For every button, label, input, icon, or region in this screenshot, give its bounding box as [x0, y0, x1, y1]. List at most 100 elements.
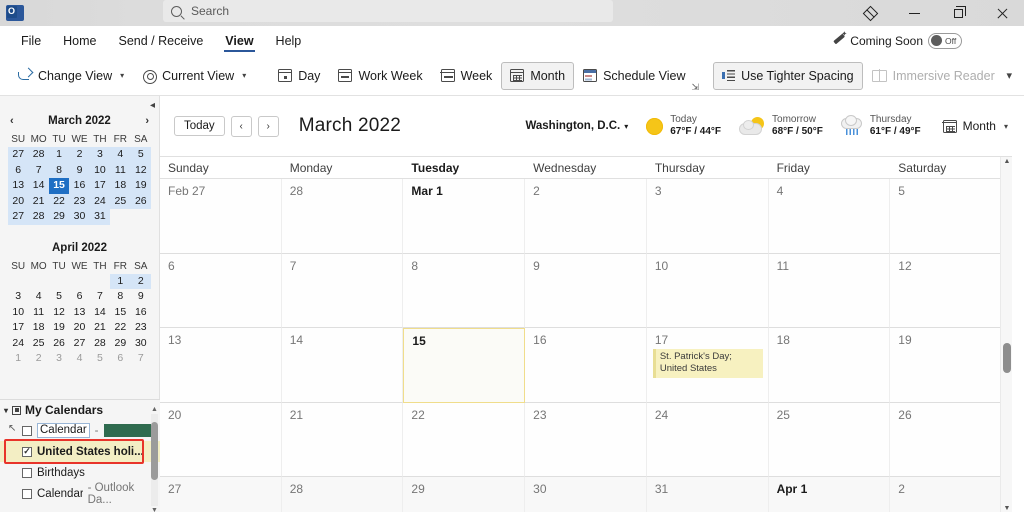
mini-day-15[interactable]: 15: [110, 305, 130, 321]
mini-day-6[interactable]: 6: [110, 351, 130, 367]
mini-day-12[interactable]: 12: [130, 162, 151, 178]
mini-day-28[interactable]: 28: [90, 336, 110, 352]
calendar-day-cell[interactable]: Apr 1: [768, 477, 891, 512]
calendar-day-cell[interactable]: 25: [768, 402, 891, 477]
mini-day-29[interactable]: 29: [48, 209, 70, 225]
restore-button[interactable]: [936, 0, 980, 26]
mini-day-2[interactable]: 2: [69, 147, 90, 163]
menu-item-view[interactable]: View: [214, 26, 264, 56]
mini-day-5[interactable]: 5: [49, 289, 69, 305]
calendar-day-cell[interactable]: 9: [525, 253, 647, 328]
mini-day-24[interactable]: 24: [8, 336, 28, 352]
mini-day-12[interactable]: 12: [49, 305, 69, 321]
mini-day-21[interactable]: 21: [28, 193, 49, 209]
calendar-day-cell[interactable]: Feb 27: [160, 179, 282, 254]
mini-day-17[interactable]: 17: [89, 178, 111, 194]
mini-day-20[interactable]: 20: [8, 193, 29, 209]
calendar-day-cell[interactable]: 13: [160, 328, 282, 403]
calendar-scrollbar[interactable]: ▲ ▼: [1000, 157, 1012, 512]
mini-day-23[interactable]: 23: [69, 193, 90, 209]
mini-day-23[interactable]: 23: [131, 320, 151, 336]
calendar-day-cell[interactable]: 8: [403, 253, 526, 328]
view-day-button[interactable]: Day: [269, 62, 329, 90]
mini-day-3[interactable]: 3: [89, 147, 111, 163]
view-work-week-button[interactable]: Work Week: [329, 62, 431, 90]
calendar-day-cell[interactable]: 28: [281, 477, 404, 512]
mini-day-13[interactable]: 13: [8, 178, 29, 194]
diamond-icon[interactable]: [848, 0, 892, 26]
mini-day-14[interactable]: 14: [28, 178, 49, 194]
menu-item-file[interactable]: File: [10, 26, 52, 56]
mini-day-28[interactable]: 28: [28, 209, 49, 225]
calendar-event[interactable]: St. Patrick's Day; United States: [652, 349, 763, 378]
calendar-day-cell[interactable]: 15: [403, 328, 526, 403]
scrollbar-thumb[interactable]: [1003, 343, 1011, 373]
mini-day-27[interactable]: 27: [8, 209, 29, 225]
calendar-day-cell[interactable]: 7: [281, 253, 404, 328]
coming-soon-toggle[interactable]: Off: [928, 32, 962, 49]
mini-day-16[interactable]: 16: [131, 305, 151, 321]
mini-day-10[interactable]: 10: [8, 305, 28, 321]
calendar-day-cell[interactable]: 12: [890, 253, 1012, 328]
calendar-day-cell[interactable]: 18: [768, 328, 891, 403]
mini-day-7[interactable]: 7: [90, 289, 110, 305]
calendar-list-item[interactable]: Birthdays: [0, 462, 160, 483]
mini-day-26[interactable]: 26: [130, 193, 151, 209]
mini-day-11[interactable]: 11: [28, 305, 48, 321]
mini-day-5[interactable]: 5: [130, 147, 151, 163]
previous-month-button[interactable]: ‹: [230, 115, 252, 137]
weather-thursday[interactable]: Thursday 61°F / 49°F: [840, 114, 921, 139]
calendar-checkbox[interactable]: [22, 446, 32, 457]
calendar-day-cell[interactable]: 4: [768, 179, 891, 254]
mini-day-6[interactable]: 6: [8, 162, 29, 178]
calendar-day-cell[interactable]: 11: [768, 253, 891, 328]
mini-day-8[interactable]: 8: [48, 162, 70, 178]
calendar-day-cell[interactable]: 30: [525, 477, 647, 512]
mini-day-25[interactable]: 25: [110, 193, 131, 209]
mini-day-3[interactable]: 3: [49, 351, 69, 367]
mini-day-20[interactable]: 20: [69, 320, 89, 336]
calendar-day-cell[interactable]: 19: [890, 328, 1012, 403]
mini-day-24[interactable]: 24: [89, 193, 111, 209]
weather-today[interactable]: Today 67°F / 44°F: [646, 114, 721, 139]
calendar-day-cell[interactable]: 24: [646, 402, 769, 477]
close-button[interactable]: [980, 0, 1024, 26]
today-button[interactable]: Today: [174, 116, 225, 136]
calendar-day-cell[interactable]: 31: [646, 477, 769, 512]
view-scale-selector[interactable]: Month ▾: [942, 119, 1008, 133]
mini-day-21[interactable]: 21: [90, 320, 110, 336]
mini-day-30[interactable]: 30: [131, 336, 151, 352]
calendar-checkbox[interactable]: [22, 425, 32, 436]
calendar-day-cell[interactable]: 29: [403, 477, 526, 512]
calendar-day-cell[interactable]: 20: [160, 402, 282, 477]
mini-day-2[interactable]: 2: [28, 351, 48, 367]
mini-day-3[interactable]: 3: [8, 289, 28, 305]
menu-item-send-receive[interactable]: Send / Receive: [108, 26, 215, 56]
mini-day-18[interactable]: 18: [110, 178, 131, 194]
search-input[interactable]: Search: [163, 0, 613, 22]
mini-day-28[interactable]: 28: [28, 147, 49, 163]
mini-day-1[interactable]: 1: [48, 147, 70, 163]
mini-day-4[interactable]: 4: [69, 351, 89, 367]
calendar-day-cell[interactable]: 16: [525, 328, 647, 403]
weather-tomorrow[interactable]: Tomorrow 68°F / 50°F: [739, 114, 823, 139]
calendar-day-cell[interactable]: 6: [160, 253, 282, 328]
calendar-day-cell[interactable]: 21: [281, 402, 404, 477]
current-view-button[interactable]: Current View ▾: [133, 62, 255, 90]
calendar-group-my-calendars[interactable]: ▾ My Calendars: [0, 400, 160, 420]
collapse-ribbon-icon[interactable]: ▾: [1006, 69, 1012, 82]
mini-day-9[interactable]: 9: [131, 289, 151, 305]
calendar-list-item[interactable]: Calendar - Outlook Da...: [0, 482, 160, 506]
mini-day-22[interactable]: 22: [48, 193, 70, 209]
mini-day-14[interactable]: 14: [90, 305, 110, 321]
calendar-day-cell[interactable]: 2: [525, 179, 647, 254]
mini-day-10[interactable]: 10: [89, 162, 111, 178]
mini-day-15[interactable]: 15: [48, 178, 70, 194]
scroll-down-icon[interactable]: ▼: [151, 507, 158, 512]
mini-day-22[interactable]: 22: [110, 320, 130, 336]
mini-day-4[interactable]: 4: [110, 147, 131, 163]
mini-day-11[interactable]: 11: [110, 162, 131, 178]
calendar-day-cell[interactable]: 2: [890, 477, 1012, 512]
mini-day-26[interactable]: 26: [49, 336, 69, 352]
mini-day-1[interactable]: 1: [110, 273, 131, 289]
